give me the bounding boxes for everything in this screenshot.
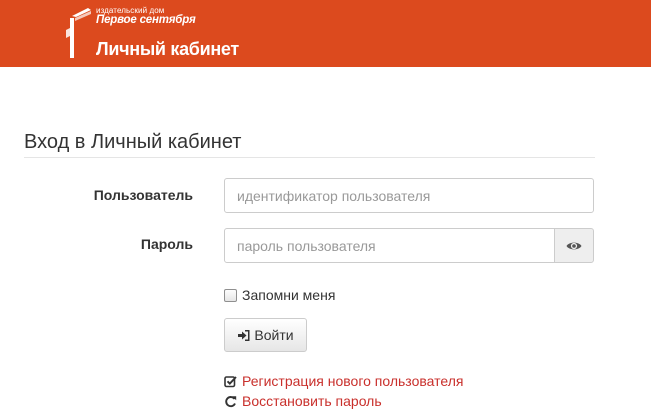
username-label: Пользователь (93, 187, 193, 203)
login-button[interactable]: Войти (224, 318, 307, 352)
cabinet-title: Личный кабинет (96, 39, 239, 59)
restore-password-link[interactable]: Восстановить пароль (224, 392, 382, 410)
register-link-label: Регистрация нового пользователя (242, 373, 464, 389)
check-square-icon (224, 375, 237, 387)
heading-divider (24, 157, 595, 158)
eye-icon (566, 242, 582, 249)
remember-me-checkbox[interactable]: Запомни меня (224, 285, 335, 305)
publisher-name: Первое сентября (96, 14, 196, 26)
page-title: Вход в Личный кабинет (24, 131, 242, 153)
show-password-button[interactable] (554, 228, 594, 263)
register-link[interactable]: Регистрация нового пользователя (224, 372, 463, 390)
restore-password-label: Восстановить пароль (242, 393, 382, 409)
header-bar: издательский дом Первое сентября Личный … (0, 0, 651, 67)
password-label: Пароль (140, 236, 193, 252)
publisher-logo-icon (66, 8, 91, 58)
username-input[interactable] (224, 178, 594, 213)
refresh-icon (225, 395, 237, 407)
login-button-label: Войти (254, 327, 294, 343)
checkbox-box[interactable] (224, 288, 237, 302)
password-input[interactable] (224, 228, 555, 263)
sign-in-icon (238, 329, 250, 341)
remember-me-label: Запомни меня (242, 287, 336, 303)
